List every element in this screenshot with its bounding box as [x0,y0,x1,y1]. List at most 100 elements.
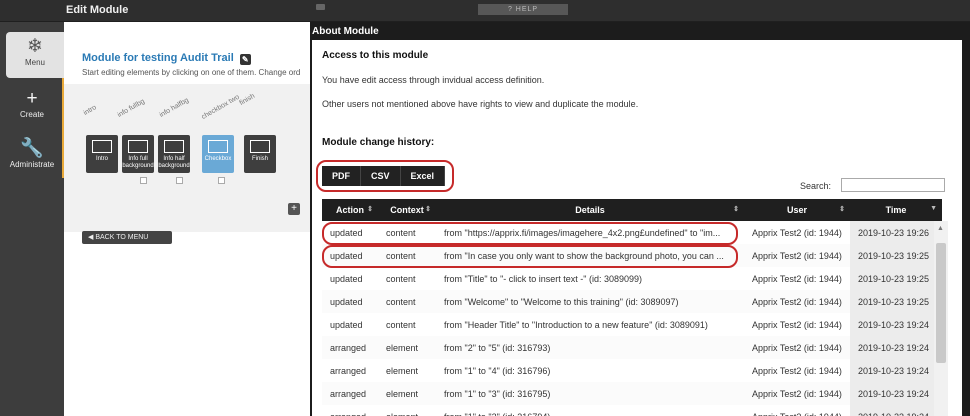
window-title: Edit Module [66,4,129,16]
action-cell: updated [322,290,378,313]
time-cell: 2019-10-23 19:26 [850,221,942,244]
scroll-up-icon[interactable]: ▲ [937,225,944,232]
module-title: Module for testing Audit Trail ✎ [82,52,251,65]
context-cell: element [378,382,436,405]
snowflake-icon: ❄ [27,36,43,57]
user-cell: Apprix Test2 (id: 1944) [752,273,842,284]
time-cell: 2019-10-23 19:25 [850,290,942,313]
sort-icon: ⇕ [839,206,845,213]
table-row[interactable]: arranged element from "2" to "5" (id: 3167… [322,336,942,359]
plus-icon: + [26,88,38,109]
table-row[interactable]: updated content from "Header Title" to "In… [322,313,942,336]
table-row[interactable]: updated content from "Welcome" to "Welcome… [322,290,942,313]
info-full-icon [128,140,148,153]
user-cell: Apprix Test2 (id: 1944) [752,319,842,330]
intro-icon [92,140,112,153]
panel-body: Access to this module You have edit acce… [312,40,962,416]
tile-checkbox[interactable] [176,177,183,184]
user-cell: Apprix Test2 (id: 1944) [744,336,850,359]
nav-item-administrate[interactable]: 🔧 Administrate [0,134,64,180]
user-cell: Apprix Test2 (id: 1944) [744,244,850,267]
context-cell: element [378,405,436,416]
element-tile-intro[interactable]: Intro [86,135,118,173]
highlight-oval [322,222,738,245]
user-cell: Apprix Test2 (id: 1944) [752,365,842,376]
column-header-context[interactable]: Context ⇕ [378,199,436,221]
details-cell: from "Header Title" to "Introduction to … [444,319,708,330]
user-cell: Apprix Test2 (id: 1944) [752,227,842,238]
details-cell: from "1" to "4" (id: 316796) [444,365,551,376]
element-tile-info-full[interactable]: Info full background [122,135,154,173]
element-tile-info-half[interactable]: Info half background [158,135,190,173]
top-bar: Edit Module ? HELP [0,0,970,22]
module-editor: Module for testing Audit Trail ✎ Start ed… [64,22,310,416]
checkbox-icon [208,140,228,153]
sort-icon: ⇕ [733,206,739,213]
time-cell: 2019-10-23 19:25 [850,267,942,290]
sort-icon: ⇕ [367,206,373,213]
nav-label-menu: Menu [24,58,45,67]
about-module-panel: About Module Access to this module You h… [310,22,970,416]
time-cell: 2019-10-23 19:24 [850,382,942,405]
user-cell: Apprix Test2 (id: 1944) [744,290,850,313]
table-scrollbar[interactable]: ▲ [934,221,948,416]
pencil-icon[interactable]: ✎ [239,54,251,65]
action-cell: arranged [330,365,367,376]
details-cell: from "1" to "3" (id: 316795) [436,382,744,405]
module-description: Start editing elements by clicking on on… [82,68,301,77]
element-tile-finish[interactable]: Finish [244,135,276,173]
nav-label-administrate: Administrate [9,160,55,169]
nav-item-create[interactable]: + Create [0,84,64,130]
time-cell: 2019-10-23 19:24 [850,405,942,416]
time-cell: 2019-10-23 19:24 [850,336,942,359]
back-to-menu-button[interactable]: ◀ BACK TO MENU [82,231,172,244]
nav-item-menu[interactable]: ❄ Menu [6,32,64,78]
column-header-time[interactable]: Time ▼ [850,199,942,221]
nav-label-create: Create [19,110,44,119]
context-cell: content [386,319,416,330]
table-row[interactable]: arranged element from "1" to "3" (id: 3167… [322,382,942,405]
time-cell: 2019-10-23 19:24 [850,359,942,382]
details-cell: from "Welcome" to "Welcome to this train… [436,290,744,313]
context-cell: element [378,336,436,359]
table-row[interactable]: arranged element from "1" to "4" (id: 3167… [322,359,942,382]
add-element-button[interactable]: + [288,203,300,215]
finish-icon [250,140,270,153]
time-cell: 2019-10-23 19:24 [850,313,942,336]
action-cell: updated [330,319,363,330]
table-row[interactable]: arrangedelementfrom "1" to "2" (id: 3167… [322,405,942,416]
action-cell: arranged [322,336,378,359]
action-cell: arranged [322,405,378,416]
context-cell: content [386,273,416,284]
panel-title: About Module [312,26,379,37]
wrench-icon: 🔧 [20,138,44,159]
table-row[interactable]: updated content from "Title" to "- click t… [322,267,942,290]
time-cell: 2019-10-23 19:25 [850,244,942,267]
column-header-user[interactable]: User ⇕ [744,199,850,221]
details-cell: from "Title" to "- click to insert text … [444,273,643,284]
tile-checkbox[interactable] [218,177,225,184]
sort-desc-icon: ▼ [930,205,937,212]
context-cell: content [378,290,436,313]
details-cell: from "2" to "5" (id: 316793) [436,336,744,359]
access-heading: Access to this module [322,50,429,61]
sort-icon: ⇕ [425,206,431,213]
info-half-icon [164,140,184,153]
history-heading: Module change history: [322,137,435,148]
tile-checkbox[interactable] [140,177,147,184]
search-input[interactable] [841,178,945,192]
details-cell: from "1" to "2" (id: 316794) [436,405,744,416]
column-header-action[interactable]: Action ⇕ [322,199,378,221]
left-nav: ❄ Menu + Create 🔧 Administrate [0,22,64,416]
module-title-text: Module for testing Audit Trail [82,52,234,64]
element-tile-checkbox[interactable]: Checkbox [202,135,234,173]
context-cell: element [386,365,419,376]
user-cell: Apprix Test2 (id: 1944) [744,382,850,405]
window-control-icon[interactable] [316,4,325,10]
other-users-text: Other users not mentioned above have rig… [322,99,639,109]
user-cell: Apprix Test2 (id: 1944) [744,405,850,416]
column-header-details[interactable]: Details ⇕ [436,199,744,221]
table-header-row: Action ⇕ Context ⇕ Details ⇕ User ⇕ Time ▼ [322,199,942,221]
scrollbar-thumb[interactable] [936,243,946,363]
help-button[interactable]: ? HELP [478,4,568,15]
